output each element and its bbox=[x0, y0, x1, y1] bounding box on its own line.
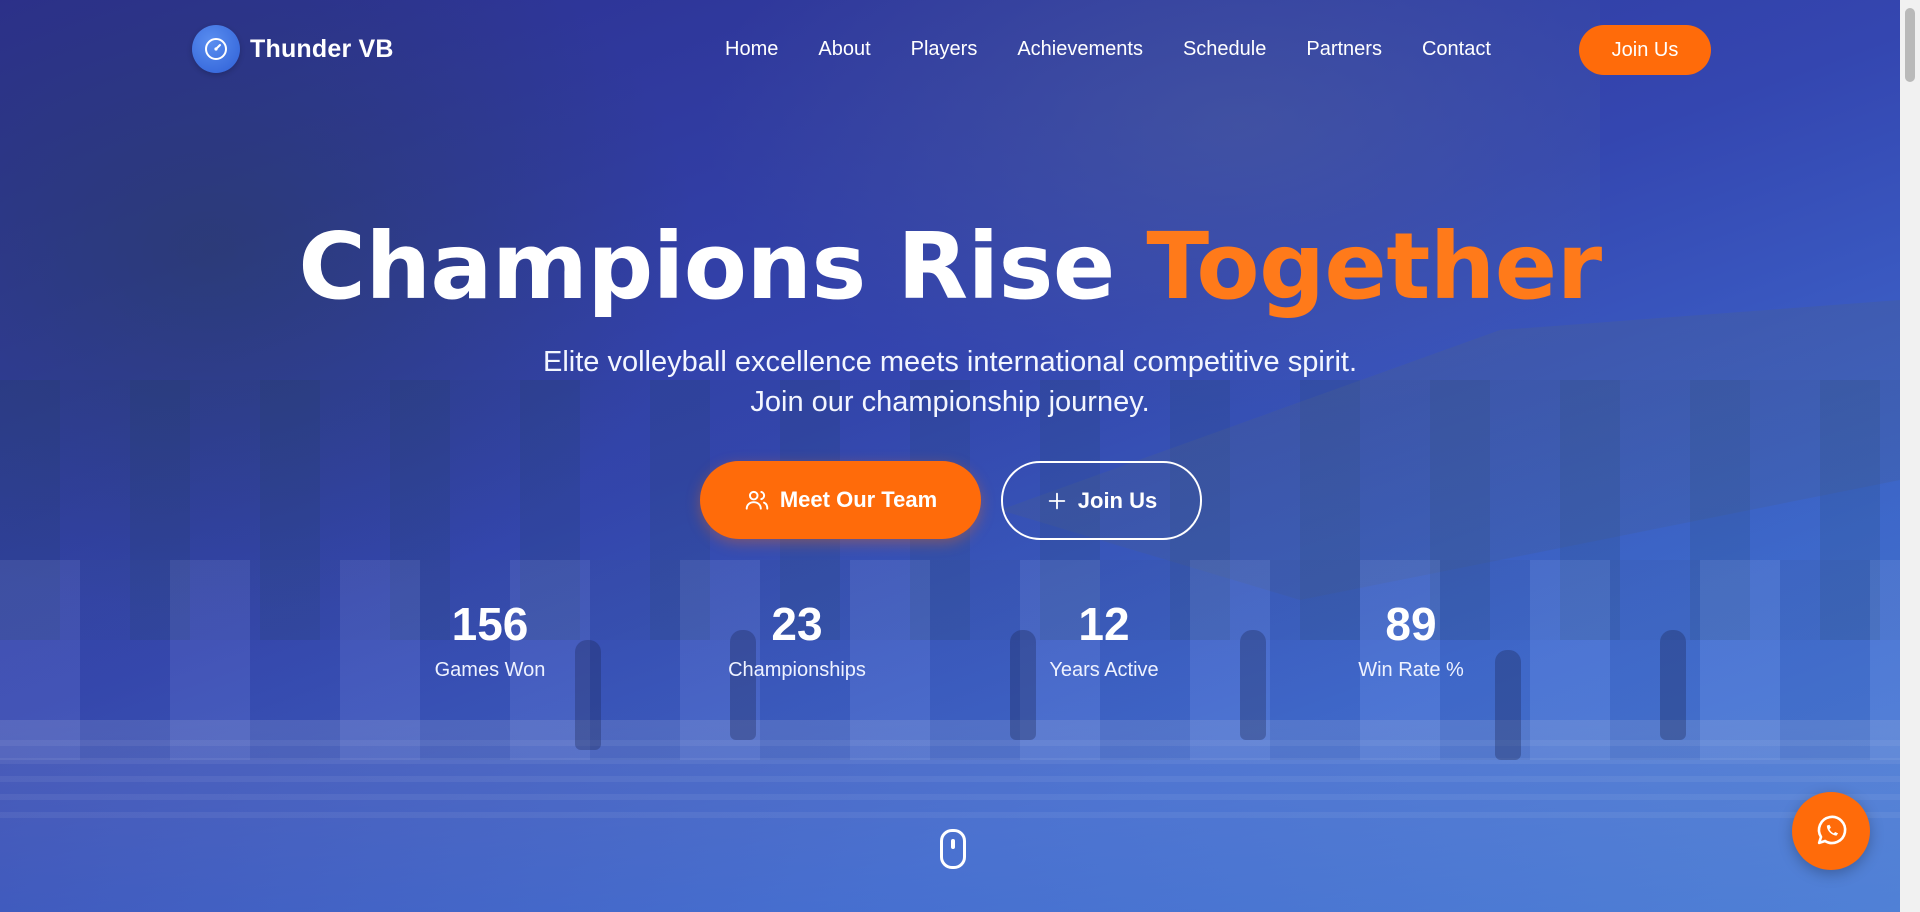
stat-championships: 23 Championships bbox=[677, 596, 917, 684]
page-scrollbar[interactable] bbox=[1900, 0, 1920, 912]
nav-partners[interactable]: Partners bbox=[1306, 24, 1382, 74]
stat-value: 23 bbox=[771, 598, 823, 650]
nav-contact[interactable]: Contact bbox=[1422, 24, 1491, 74]
stat-value: 12 bbox=[1078, 598, 1130, 650]
scrollbar-thumb[interactable] bbox=[1905, 8, 1915, 82]
stat-label: Games Won bbox=[434, 659, 546, 681]
background-photo-steps bbox=[0, 740, 1900, 830]
brand[interactable]: Thunder VB bbox=[192, 25, 394, 73]
join-us-label: Join Us bbox=[1077, 487, 1158, 513]
stat-years-active: 12 Years Active bbox=[984, 596, 1224, 684]
navbar: Thunder VB Home About Players Achievemen… bbox=[0, 0, 1900, 100]
background-photo-ground bbox=[0, 720, 1900, 912]
nav-achievements[interactable]: Achievements bbox=[1017, 24, 1143, 74]
whatsapp-button[interactable] bbox=[1792, 792, 1870, 870]
nav-about[interactable]: About bbox=[818, 24, 870, 74]
volleyball-icon bbox=[192, 25, 240, 73]
stat-games-won: 156 Games Won bbox=[370, 596, 610, 684]
hero-title-accent: Together bbox=[1146, 213, 1602, 320]
stat-win-rate: 89 Win Rate % bbox=[1291, 596, 1531, 684]
stat-value: 156 bbox=[451, 598, 529, 650]
join-us-button[interactable]: Join Us bbox=[1001, 461, 1202, 540]
brand-name: Thunder VB bbox=[250, 34, 394, 63]
stat-label: Years Active bbox=[1049, 659, 1159, 681]
plus-icon bbox=[1048, 492, 1066, 509]
stat-value: 89 bbox=[1385, 598, 1437, 650]
background-person bbox=[1660, 630, 1686, 740]
hero-subtitle-line-2: Join our championship journey. bbox=[750, 386, 1150, 418]
hero-subtitle-line-1: Elite volleyball excellence meets intern… bbox=[543, 346, 1357, 378]
meet-our-team-button[interactable]: Meet Our Team bbox=[700, 461, 981, 539]
users-icon bbox=[745, 490, 769, 510]
nav-players[interactable]: Players bbox=[911, 24, 978, 74]
background-person bbox=[1240, 630, 1266, 740]
background-photo-buildings bbox=[0, 560, 1900, 760]
hero-subtitle: Elite volleyball excellence meets intern… bbox=[0, 342, 1900, 422]
stat-label: Win Rate % bbox=[1358, 659, 1464, 681]
nav-schedule[interactable]: Schedule bbox=[1183, 24, 1266, 74]
hero-section: Thunder VB Home About Players Achievemen… bbox=[0, 0, 1900, 912]
hero-title-main: Champions Rise bbox=[298, 213, 1147, 320]
stat-label: Championships bbox=[728, 659, 866, 681]
nav-links: Home About Players Achievements Schedule… bbox=[725, 24, 1531, 74]
nav-join-button[interactable]: Join Us bbox=[1579, 25, 1711, 75]
mouse-icon[interactable] bbox=[940, 829, 966, 869]
meet-our-team-label: Meet Our Team bbox=[779, 487, 938, 512]
whatsapp-icon bbox=[1817, 815, 1847, 845]
nav-home[interactable]: Home bbox=[725, 24, 778, 74]
scroll-dot bbox=[951, 839, 955, 849]
hero-title: Champions Rise Together bbox=[0, 212, 1900, 322]
